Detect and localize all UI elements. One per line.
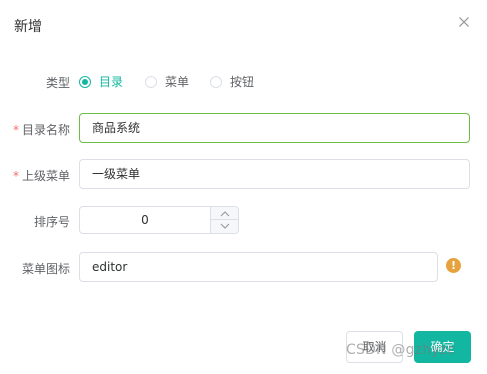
required-mark: * <box>12 169 19 183</box>
cancel-button[interactable]: 取消 <box>346 331 403 363</box>
name-label-text: 目录名称 <box>21 123 70 137</box>
radio-directory[interactable]: 目录 <box>79 73 123 90</box>
chevron-up-icon <box>220 210 229 216</box>
confirm-button[interactable]: 确定 <box>414 331 471 363</box>
order-value[interactable]: 0 <box>80 207 210 233</box>
radio-button-label: 按钮 <box>230 75 255 89</box>
parent-menu-input[interactable]: 一级菜单 <box>79 159 470 189</box>
parent-label-text: 上级菜单 <box>21 169 70 183</box>
icon-label: 菜单图标 <box>21 262 70 276</box>
dialog-title: 新增 <box>14 19 42 35</box>
close-icon[interactable] <box>456 14 472 30</box>
parent-label: * 上级菜单 <box>0 167 70 184</box>
radio-menu-label: 菜单 <box>165 75 190 89</box>
menu-icon-input[interactable]: editor <box>79 252 438 282</box>
radio-button[interactable]: 按钮 <box>210 73 254 90</box>
radio-dot <box>145 75 157 88</box>
chevron-down-icon <box>220 223 229 229</box>
name-input[interactable]: 商品系统 <box>79 113 470 143</box>
radio-menu[interactable]: 菜单 <box>145 73 189 90</box>
required-mark: * <box>12 123 19 137</box>
increment-button[interactable] <box>210 207 238 220</box>
radio-dot <box>79 75 91 88</box>
warning-icon[interactable]: ! <box>446 258 461 273</box>
radio-dot <box>210 75 222 88</box>
name-label: * 目录名称 <box>0 121 70 138</box>
add-dialog: 新增 类型 目录 菜单 按钮 * 目录名称 商品系统 * 上级菜单 一级菜单 排序号… <box>0 0 487 374</box>
order-stepper[interactable]: 0 <box>79 206 239 234</box>
type-label: 类型 <box>45 76 70 90</box>
order-label: 排序号 <box>33 215 70 229</box>
radio-directory-label: 目录 <box>99 75 124 89</box>
decrement-button[interactable] <box>210 220 238 233</box>
